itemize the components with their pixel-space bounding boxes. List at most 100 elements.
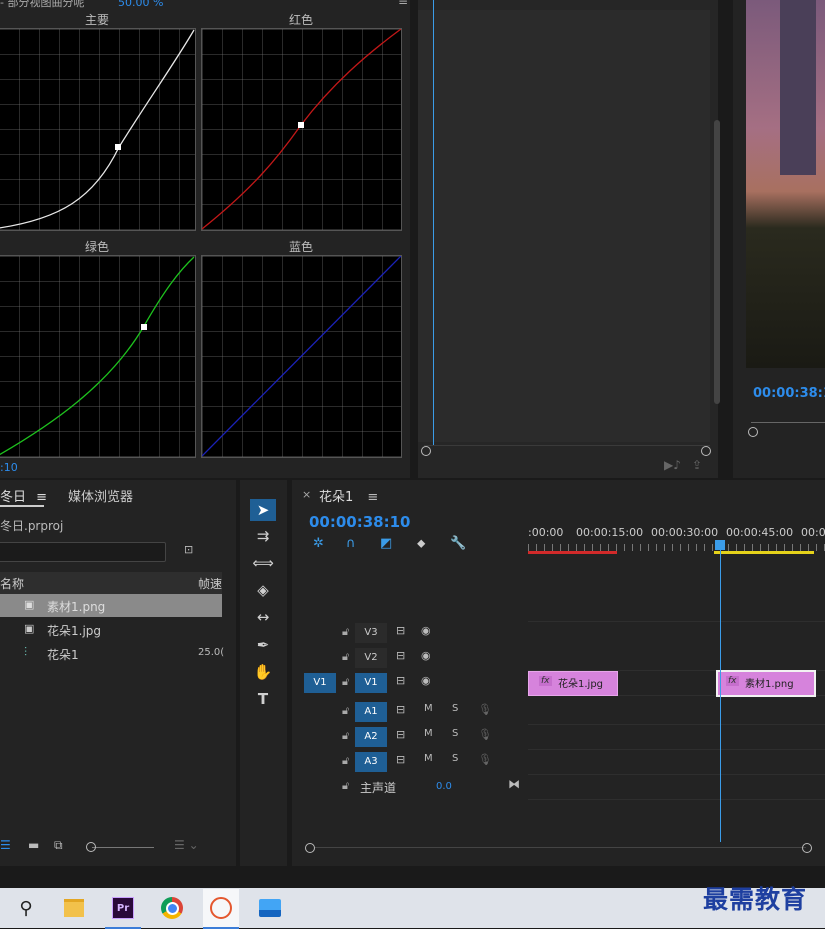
snap-icon[interactable]: ∩ <box>346 536 356 551</box>
screenshot-tool-icon[interactable] <box>203 889 239 929</box>
timeline-zoom-left-handle[interactable] <box>305 843 315 853</box>
clip-material[interactable]: fx 素材1.png <box>716 670 816 697</box>
solo-button[interactable]: S <box>452 703 458 714</box>
tab-menu-icon[interactable]: ≡ <box>36 490 47 505</box>
zoom-slider[interactable] <box>92 847 154 848</box>
list-item[interactable]: ▣ 花朵1.jpg <box>0 618 222 641</box>
timeline-timecode[interactable]: 00:00:38:10 <box>309 513 411 531</box>
sync-lock-icon[interactable]: ⊟ <box>396 674 405 687</box>
track-row-master[interactable] <box>528 775 825 800</box>
zoom-left-handle[interactable] <box>421 446 431 456</box>
green-curve-graph[interactable] <box>0 255 196 458</box>
sync-lock-icon[interactable]: ⊟ <box>396 624 405 637</box>
lock-icon[interactable]: 🔓︎ <box>342 754 349 768</box>
mic-icon[interactable]: 🎙︎ <box>478 703 492 716</box>
source-patch-v1[interactable]: V1 <box>304 673 336 693</box>
file-explorer-icon[interactable] <box>56 889 92 927</box>
sync-lock-icon[interactable]: ⊟ <box>396 753 405 766</box>
track-name[interactable]: A3 <box>355 752 387 772</box>
program-timecode[interactable]: 00:00:38:10 <box>753 386 825 401</box>
export-icon[interactable]: ⇪ <box>692 458 702 472</box>
track-name[interactable]: A2 <box>355 727 387 747</box>
pen-tool-icon[interactable]: ✒ <box>250 634 276 656</box>
zoom-slider-handle[interactable] <box>86 842 96 852</box>
source-scrollbar[interactable] <box>714 120 720 404</box>
list-item[interactable]: ▣ 素材1.png <box>0 594 222 617</box>
track-name[interactable]: V1 <box>355 673 387 693</box>
timeline-zoom-right-handle[interactable] <box>802 843 812 853</box>
add-marker-icon[interactable]: ⬥ <box>417 536 425 551</box>
timeline-close-icon[interactable]: × <box>302 488 311 501</box>
solo-button[interactable]: S <box>452 753 458 764</box>
track-row-a3[interactable] <box>528 750 825 775</box>
curves-timecode[interactable]: :10 <box>0 461 18 474</box>
master-curve-graph[interactable] <box>0 28 196 231</box>
sync-lock-icon[interactable]: ⊟ <box>396 728 405 741</box>
mute-button[interactable]: M <box>424 703 433 714</box>
source-zoom-bar[interactable] <box>424 445 710 452</box>
freeform-view-icon[interactable]: ⧉ <box>54 838 63 853</box>
blue-curve-graph[interactable] <box>201 255 402 458</box>
hand-tool-icon[interactable]: ✋ <box>250 661 276 683</box>
sync-lock-icon[interactable]: ⊟ <box>396 649 405 662</box>
lock-icon[interactable]: 🔓︎ <box>342 729 349 743</box>
tab-media-browser[interactable]: 媒体浏览器 <box>68 486 133 505</box>
list-view-icon[interactable]: ☰ <box>0 838 11 852</box>
lock-icon[interactable]: 🔓︎ <box>342 704 349 718</box>
lock-icon[interactable]: 🔓︎ <box>342 779 349 793</box>
chrome-icon[interactable] <box>154 889 190 927</box>
solo-button[interactable]: S <box>452 728 458 739</box>
list-item[interactable]: ⫶ 花朵1 25.0( <box>0 642 224 665</box>
track-select-tool-icon[interactable]: ⇉ <box>250 525 276 547</box>
program-zoom-handle[interactable] <box>748 427 758 437</box>
nest-toggle-icon[interactable]: ✲ <box>313 536 324 551</box>
master-volume-value[interactable]: 0.0 <box>436 781 452 792</box>
razor-tool-icon[interactable]: ◈ <box>250 579 276 601</box>
search-icon[interactable]: ⚲ <box>8 889 44 927</box>
mute-button[interactable]: M <box>424 753 433 764</box>
eye-icon[interactable]: ◉ <box>421 649 431 662</box>
track-row-a2[interactable] <box>528 725 825 750</box>
col-name[interactable]: 名称 <box>0 575 24 592</box>
lock-icon[interactable]: 🔓︎ <box>342 675 349 689</box>
mic-icon[interactable]: 🎙︎ <box>478 728 492 741</box>
sync-lock-icon[interactable]: ⊟ <box>396 703 405 716</box>
track-name[interactable]: A1 <box>355 702 387 722</box>
wrench-icon[interactable]: 🔧 <box>450 536 466 551</box>
slip-tool-icon[interactable]: ↔ <box>250 606 276 628</box>
linked-selection-icon[interactable]: ◩ <box>380 536 392 551</box>
photos-icon[interactable] <box>252 889 288 927</box>
lock-icon[interactable]: 🔓︎ <box>342 625 349 639</box>
go-to-end-icon[interactable]: ⧓ <box>508 777 520 791</box>
playhead-handle[interactable] <box>715 540 725 550</box>
premiere-pro-icon[interactable]: Pr <box>105 889 141 929</box>
red-curve-graph[interactable] <box>201 28 402 231</box>
zoom-right-handle[interactable] <box>701 446 711 456</box>
icon-view-icon[interactable]: ▬ <box>28 838 39 852</box>
track-name[interactable]: V2 <box>355 648 387 668</box>
type-tool-icon[interactable]: T <box>250 688 276 710</box>
time-ruler[interactable]: :00:00 00:00:15:00 00:00:30:00 00:00:45:… <box>528 522 825 556</box>
eye-icon[interactable]: ◉ <box>421 674 431 687</box>
mute-button[interactable]: M <box>424 728 433 739</box>
ripple-edit-tool-icon[interactable]: ⟺ <box>250 552 276 574</box>
curves-header-value[interactable]: 50.00 % <box>118 0 163 9</box>
curves-menu-icon[interactable]: ≡ <box>398 0 408 8</box>
sequence-menu-icon[interactable]: ≡ <box>367 490 378 505</box>
find-icon[interactable]: ⊡ <box>184 543 193 556</box>
timeline-zoom-bar[interactable] <box>314 847 806 848</box>
clip-flower[interactable]: fx 花朵1.jpg <box>528 671 618 696</box>
tab-project[interactable]: 冬日 ≡ <box>0 486 47 505</box>
col-fps[interactable]: 帧速 <box>198 575 222 592</box>
lock-icon[interactable]: 🔓︎ <box>342 650 349 664</box>
track-row-a1[interactable] <box>528 700 825 725</box>
track-name[interactable]: V3 <box>355 623 387 643</box>
audio-icon[interactable]: ▶♪ <box>664 458 681 472</box>
eye-icon[interactable]: ◉ <box>421 624 431 637</box>
sort-icon[interactable]: ☰ ⌄ <box>174 838 199 852</box>
sequence-tab[interactable]: 花朵1 ≡ <box>319 486 378 505</box>
track-row-v2[interactable] <box>528 646 825 671</box>
project-search-input[interactable] <box>0 542 166 562</box>
selection-tool-icon[interactable]: ➤ <box>250 499 276 521</box>
mic-icon[interactable]: 🎙︎ <box>478 753 492 766</box>
